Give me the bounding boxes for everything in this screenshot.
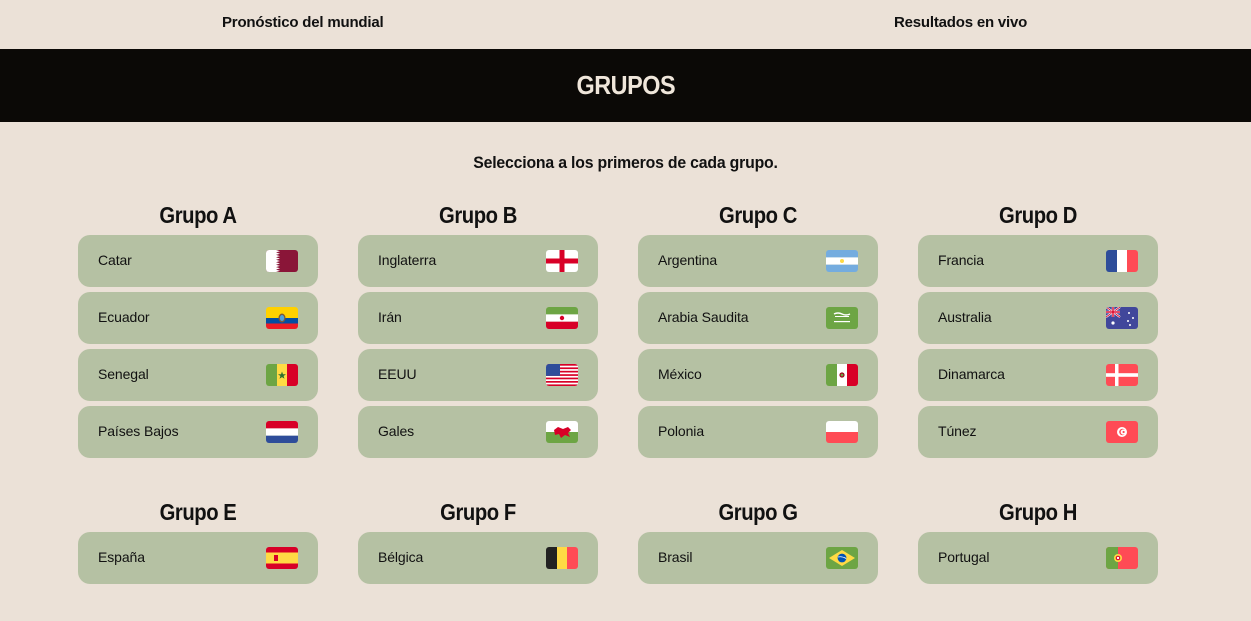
england-flag-icon [546,250,578,272]
group-title: Grupo F [440,499,516,525]
wales-flag-icon [546,421,578,443]
team-name: Arabia Saudita [658,309,749,325]
group-title: Grupo H [999,499,1077,525]
team-card-saudi-arabia[interactable]: Arabia Saudita [638,292,878,344]
team-name: EEUU [378,366,417,382]
team-card-usa[interactable]: EEUU [358,349,598,401]
nav-link-live-results[interactable]: Resultados en vivo [894,14,1027,31]
denmark-flag-icon [1106,364,1138,386]
team-name: Australia [938,309,992,325]
group-title: Grupo C [719,202,797,228]
group-f: Grupo F Bélgica [358,492,598,589]
usa-flag-icon [546,364,578,386]
team-name: Brasil [658,549,693,565]
tunisia-flag-icon [1106,421,1138,443]
team-card-spain[interactable]: España [78,532,318,584]
saudi-arabia-flag-icon [826,307,858,329]
instructions-text: Selecciona a los primeros de cada grupo. [473,153,778,172]
team-card-ecuador[interactable]: Ecuador [78,292,318,344]
group-title: Grupo E [159,499,237,525]
australia-flag-icon [1106,307,1138,329]
team-card-belgium[interactable]: Bélgica [358,532,598,584]
team-name: Catar [98,252,132,268]
argentina-flag-icon [826,250,858,272]
group-title: Grupo B [439,202,517,228]
team-name: Irán [378,309,402,325]
top-nav: Pronóstico del mundial Resultados en viv… [0,0,1251,49]
team-card-senegal[interactable]: Senegal [78,349,318,401]
team-name: Túnez [938,423,977,439]
team-name: Países Bajos [98,423,179,439]
team-name: Gales [378,423,415,439]
team-card-brazil[interactable]: Brasil [638,532,878,584]
team-card-portugal[interactable]: Portugal [918,532,1158,584]
team-card-wales[interactable]: Gales [358,406,598,458]
team-name: Dinamarca [938,366,1005,382]
ecuador-flag-icon [266,307,298,329]
team-name: Senegal [98,366,149,382]
portugal-flag-icon [1106,547,1138,569]
team-name: Ecuador [98,309,150,325]
qatar-flag-icon [266,250,298,272]
spain-flag-icon [266,547,298,569]
team-card-qatar[interactable]: Catar [78,235,318,287]
group-e: Grupo E España [78,492,318,589]
group-b: Grupo B Inglaterra Irán EEUU Gales [358,195,598,463]
team-name: Portugal [938,549,990,565]
team-name: Polonia [658,423,705,439]
team-card-england[interactable]: Inglaterra [358,235,598,287]
poland-flag-icon [826,421,858,443]
team-card-france[interactable]: Francia [918,235,1158,287]
team-name: México [658,366,702,382]
team-name: Francia [938,252,984,268]
brazil-flag-icon [826,547,858,569]
netherlands-flag-icon [266,421,298,443]
group-d: Grupo D Francia Australia Dinamarca Túne… [918,195,1158,463]
group-title: Grupo A [159,202,237,228]
team-name: Argentina [658,252,718,268]
team-card-mexico[interactable]: México [638,349,878,401]
belgium-flag-icon [546,547,578,569]
group-a: Grupo A Catar Ecuador Senegal Países Baj… [78,195,318,463]
team-card-argentina[interactable]: Argentina [638,235,878,287]
team-card-australia[interactable]: Australia [918,292,1158,344]
team-name: España [98,549,145,565]
team-card-netherlands[interactable]: Países Bajos [78,406,318,458]
nav-link-forecast[interactable]: Pronóstico del mundial [222,14,384,31]
senegal-flag-icon [266,364,298,386]
team-card-poland[interactable]: Polonia [638,406,878,458]
france-flag-icon [1106,250,1138,272]
page-title: GRUPOS [576,70,675,100]
groups-banner: GRUPOS [0,49,1251,122]
group-c: Grupo C Argentina Arabia Saudita México … [638,195,878,463]
mexico-flag-icon [826,364,858,386]
group-title: Grupo D [999,202,1077,228]
team-card-tunisia[interactable]: Túnez [918,406,1158,458]
group-g: Grupo G Brasil [638,492,878,589]
iran-flag-icon [546,307,578,329]
team-card-iran[interactable]: Irán [358,292,598,344]
group-h: Grupo H Portugal [918,492,1158,589]
team-name: Inglaterra [378,252,437,268]
group-title: Grupo G [718,499,798,525]
team-name: Bélgica [378,549,424,565]
team-card-denmark[interactable]: Dinamarca [918,349,1158,401]
